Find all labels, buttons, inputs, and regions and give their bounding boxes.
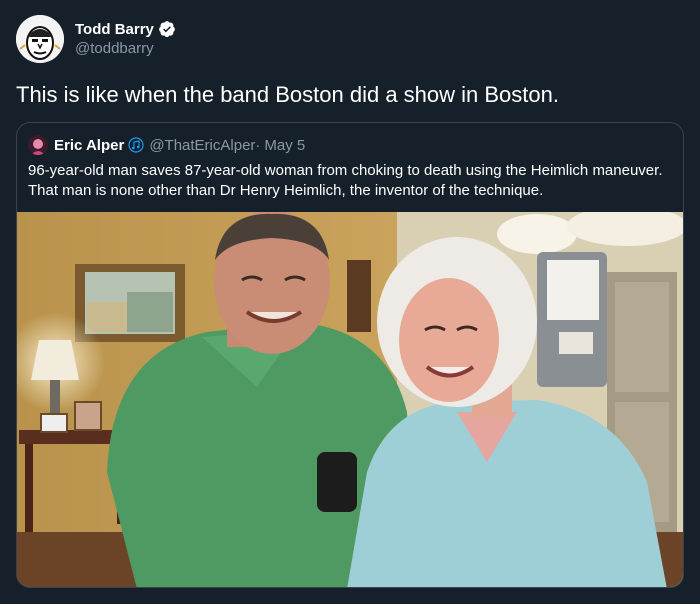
- tweet: Todd Barry @toddbarry This is like when …: [0, 0, 700, 604]
- quoted-author-handle[interactable]: @ThatEricAlper: [149, 137, 255, 154]
- author-name-text[interactable]: Todd Barry: [75, 21, 154, 38]
- quoted-tweet-header: Eric Alper @ThatEricAlper · May 5: [28, 135, 305, 155]
- quoted-tweet-photo[interactable]: [17, 212, 684, 588]
- author-name[interactable]: Todd Barry: [75, 20, 176, 38]
- ceiling-light: [497, 214, 577, 254]
- quoted-author-avatar[interactable]: [28, 135, 48, 155]
- quoted-tweet-line: That man is none other than Dr Henry Hei…: [28, 182, 544, 199]
- tweet-text: This is like when the band Boston did a …: [16, 82, 559, 107]
- author-handle[interactable]: @toddbarry: [75, 40, 154, 57]
- date-separator: ·: [255, 136, 261, 154]
- author-avatar[interactable]: [16, 15, 64, 63]
- quoted-author-name[interactable]: Eric Alper: [54, 137, 124, 154]
- quoted-author-avatar-image: [28, 135, 48, 155]
- small-painting: [347, 260, 371, 332]
- caricature-avatar: [16, 15, 64, 63]
- verified-badge-icon: [159, 21, 175, 38]
- quoted-tweet-line: 96-year-old man saves 87-year-old woman …: [28, 162, 663, 179]
- table-lamp: [31, 340, 79, 380]
- quoted-tweet-text: 96-year-old man saves 87-year-old woman …: [28, 161, 678, 201]
- music-note-icon: [128, 137, 144, 153]
- quoted-tweet-card[interactable]: Eric Alper @ThatEricAlper · May 5 96-yea…: [16, 122, 684, 588]
- quoted-tweet-date[interactable]: May 5: [264, 137, 305, 154]
